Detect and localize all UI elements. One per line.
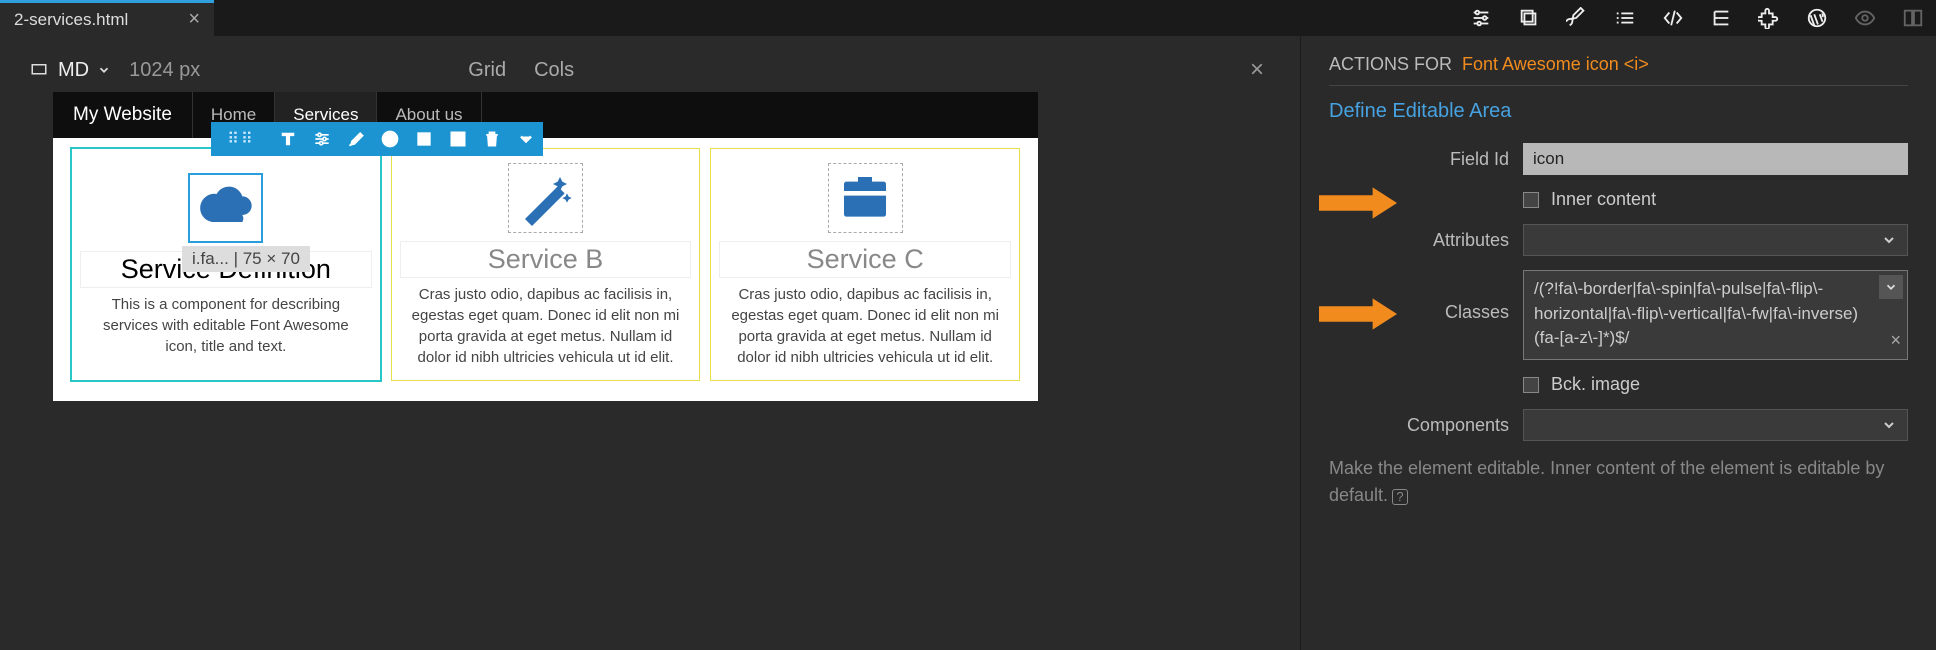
bck-image-checkbox[interactable] (1523, 377, 1539, 393)
service-card[interactable]: Service C Cras justo odio, dapibus ac fa… (710, 148, 1020, 381)
properties-panel: ACTIONS FOR Font Awesome icon <i> Define… (1300, 36, 1936, 650)
delete-icon[interactable] (475, 122, 509, 156)
service-text[interactable]: This is a component for describing servi… (80, 294, 372, 357)
service-title[interactable]: Service B (400, 241, 692, 278)
breakpoint-selector[interactable]: MD (28, 59, 111, 82)
chevron-down-icon (1881, 417, 1897, 433)
panel-title: ACTIONS FOR Font Awesome icon <i> (1329, 54, 1908, 86)
preview-canvas: My Website Home Services About us ⠿⠿ (53, 92, 1038, 401)
tab-bar: 2-services.html × (0, 0, 1936, 36)
more-icon[interactable] (509, 122, 543, 156)
inner-content-label: Inner content (1551, 189, 1656, 210)
components-select[interactable] (1523, 409, 1908, 441)
brush-icon[interactable] (1564, 5, 1590, 31)
service-card[interactable]: Service B Cras justo odio, dapibus ac fa… (391, 148, 701, 381)
arrow-callout-icon (1319, 187, 1397, 219)
classes-input[interactable]: /(?!fa\-border|fa\-spin|fa\-pulse|fa\-fl… (1523, 270, 1908, 360)
reorder-icon[interactable] (407, 122, 441, 156)
file-tab-label: 2-services.html (14, 10, 128, 30)
viewport-size: 1024 px (129, 59, 200, 82)
site-navbar: My Website Home Services About us (53, 92, 1038, 138)
briefcase-icon (835, 170, 895, 226)
hint-text: Make the element editable. Inner content… (1329, 455, 1908, 509)
chevron-down-icon (1881, 232, 1897, 248)
attributes-select[interactable] (1523, 224, 1908, 256)
close-preview-icon[interactable]: × (1250, 56, 1264, 84)
service-icon-slot[interactable] (508, 163, 583, 233)
selection-size-badge: i.fa... | 75 × 70 (182, 246, 310, 272)
settings-sliders-icon[interactable] (1468, 5, 1494, 31)
panels-icon[interactable] (1900, 5, 1926, 31)
service-icon-slot[interactable] (828, 163, 903, 233)
service-text[interactable]: Cras justo odio, dapibus ac facilisis in… (719, 284, 1011, 368)
file-tab[interactable]: 2-services.html × (0, 0, 214, 36)
arrow-callout-icon (1319, 298, 1397, 330)
viewport-bar: MD 1024 px Grid Cols × (28, 56, 1272, 84)
eye-icon[interactable] (1852, 5, 1878, 31)
chevron-down-icon (97, 63, 111, 77)
editable-area-section[interactable]: Define Editable Area (1329, 100, 1908, 123)
field-id-label: Field Id (1329, 149, 1509, 170)
editor-area: MD 1024 px Grid Cols × My Website Home S… (0, 36, 1300, 650)
attributes-label: Attributes (1329, 230, 1509, 251)
components-label: Components (1329, 415, 1509, 436)
text-edit-icon[interactable] (271, 122, 305, 156)
add-icon[interactable] (373, 122, 407, 156)
toolbar-brush-icon[interactable] (339, 122, 373, 156)
toolbar-sliders-icon[interactable] (305, 122, 339, 156)
cloud-icon (196, 180, 256, 236)
panel-prefix: ACTIONS FOR (1329, 54, 1452, 74)
grid-toggle[interactable]: Grid (468, 59, 506, 82)
cols-toggle[interactable]: Cols (534, 59, 574, 82)
chevron-down-icon[interactable] (1879, 275, 1903, 299)
panel-target: Font Awesome icon <i> (1462, 54, 1649, 74)
bck-image-label: Bck. image (1551, 374, 1640, 395)
puzzle-icon[interactable] (1756, 5, 1782, 31)
classes-value: /(?!fa\-border|fa\-spin|fa\-pulse|fa\-fl… (1534, 279, 1858, 347)
element-toolbar: ⠿⠿ (211, 122, 543, 156)
field-id-input[interactable] (1523, 143, 1908, 175)
help-icon[interactable]: ? (1392, 489, 1408, 505)
inner-content-checkbox[interactable] (1523, 192, 1539, 208)
service-card[interactable]: i.fa... | 75 × 70 Service Definition Thi… (71, 148, 381, 381)
wordpress-icon[interactable] (1804, 5, 1830, 31)
list-icon[interactable] (1612, 5, 1638, 31)
top-toolbar (1468, 0, 1926, 36)
service-title[interactable]: Service C (719, 241, 1011, 278)
grid-icon[interactable] (441, 122, 475, 156)
copy-style-icon[interactable] (1516, 5, 1542, 31)
service-text[interactable]: Cras justo odio, dapibus ac facilisis in… (400, 284, 692, 368)
code-icon[interactable] (1660, 5, 1686, 31)
close-tab-icon[interactable]: × (188, 8, 200, 31)
drag-handle-icon[interactable]: ⠿⠿ (211, 129, 271, 149)
breakpoint-label: MD (58, 59, 89, 82)
service-icon-slot[interactable] (188, 173, 263, 243)
clear-icon[interactable]: × (1890, 327, 1901, 353)
navbar-brand[interactable]: My Website (53, 92, 193, 138)
magic-wand-icon (516, 170, 576, 226)
tree-icon[interactable] (1708, 5, 1734, 31)
